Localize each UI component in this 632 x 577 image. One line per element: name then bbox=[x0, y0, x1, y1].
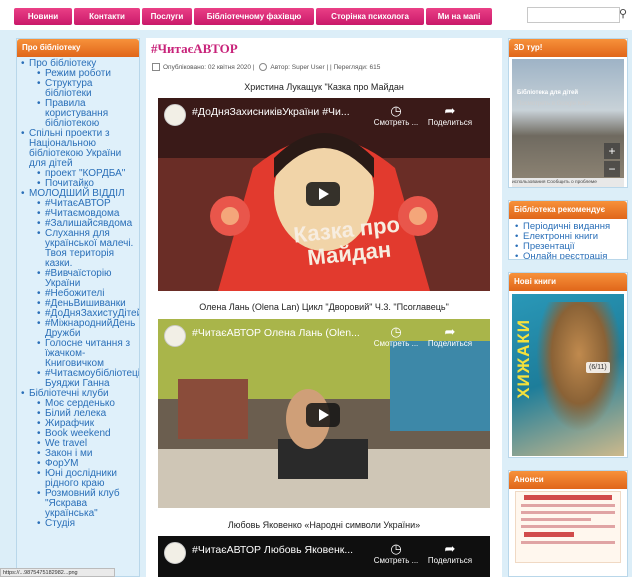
user-icon bbox=[259, 63, 268, 72]
street-view[interactable]: Бібліотека для дітей Посмотреть в Google… bbox=[512, 59, 624, 187]
channel-avatar-1[interactable] bbox=[164, 104, 186, 126]
left-menu: Про бібліотекуРежим роботиСтруктура бібл… bbox=[17, 57, 139, 530]
left-submenu-item[interactable]: Структура бібліотеки bbox=[21, 79, 139, 99]
watch-later-button-2[interactable]: ◷ Смотреть ... bbox=[368, 324, 424, 349]
nav-bar: Новини Контакти Послуги Бібліотечному фа… bbox=[14, 8, 514, 25]
status-url: https://...9875475182982...png bbox=[0, 568, 115, 577]
left-sidebar-title: Про бібліотеку bbox=[17, 39, 139, 57]
tour-footer: использования Сообщить о проблеме bbox=[512, 178, 624, 187]
meta-published: Опубліковано: 02 квітня 2020 bbox=[163, 64, 252, 71]
nav-librarian[interactable]: Бібліотечному фахівцю bbox=[194, 8, 314, 25]
tour-panel: 3D тур! Бібліотека для дітей Посмотреть … bbox=[508, 38, 628, 188]
left-submenu-item[interactable]: Голосне читання з їжачком-Книговичком bbox=[21, 339, 139, 369]
calendar-icon bbox=[152, 63, 160, 72]
new-books-title: Нові книги bbox=[509, 273, 627, 291]
recommend-list: Періодичні видання Електронні книги През… bbox=[509, 219, 627, 260]
left-submenu-item[interactable]: Слухання для української малечі. Твоя те… bbox=[21, 229, 139, 269]
share-button-2[interactable]: ➦ Поделиться bbox=[422, 324, 478, 349]
announcements-title: Анонси bbox=[509, 471, 627, 489]
left-menu-item[interactable]: Спільні проекти з Національною бібліотек… bbox=[21, 129, 139, 169]
share-icon: ➦ bbox=[444, 324, 456, 339]
left-submenu-item[interactable]: #Читаємоубібліотеці-Буяджи Ганна bbox=[21, 369, 139, 389]
tour-place-label: Бібліотека для дітей bbox=[517, 90, 579, 96]
meta-views: Перегляди: 615 bbox=[333, 64, 381, 71]
channel-avatar-3[interactable] bbox=[164, 542, 186, 564]
channel-avatar-2[interactable] bbox=[164, 325, 186, 347]
video-title-3[interactable]: #ЧитаєАВТОР Любовь Яковенк... bbox=[192, 544, 392, 556]
share-button-1[interactable]: ➦ Поделиться bbox=[422, 103, 478, 128]
nav-services[interactable]: Послуги bbox=[142, 8, 192, 25]
left-submenu-item[interactable]: Розмовний клуб "Яскрава українська" bbox=[21, 489, 139, 519]
watch-later-button-1[interactable]: ◷ Смотреть ... bbox=[368, 103, 424, 128]
nav-news[interactable]: Новини bbox=[14, 8, 72, 25]
video-title-2[interactable]: #ЧитаєАВТОР Олена Лань (Olen... bbox=[192, 327, 392, 339]
video-player-2[interactable]: #ЧитаєАВТОР Олена Лань (Olen... ◷ Смотрет… bbox=[158, 319, 490, 508]
left-submenu-item[interactable]: Юні дослідники рідного краю bbox=[21, 469, 139, 489]
video-caption-2: Олена Лань (Olena Lan) Цикл "Дворовий" Ч… bbox=[199, 302, 449, 312]
nav-psychologist[interactable]: Сторінка психолога bbox=[316, 8, 424, 25]
zoom-in-button[interactable]: + bbox=[604, 143, 620, 159]
left-submenu-item[interactable]: #Вивчаїсторію України bbox=[21, 269, 139, 289]
recommend-item[interactable]: Онлайн реєстрація bbox=[515, 252, 627, 260]
video-caption-1: Христина Лукащук "Казка про Майдан bbox=[244, 82, 404, 92]
right-sidebar: 3D тур! Бібліотека для дітей Посмотреть … bbox=[508, 38, 628, 577]
zoom-out-button[interactable]: − bbox=[604, 161, 620, 177]
top-navigation: Новини Контакти Послуги Бібліотечному фа… bbox=[0, 0, 632, 30]
slide-counter: (6/11) bbox=[586, 362, 610, 373]
left-submenu-item[interactable]: Правила користування бібліотекою bbox=[21, 99, 139, 129]
announcements-panel: Анонси bbox=[508, 470, 628, 577]
search-icon[interactable]: ⚲ bbox=[619, 7, 631, 21]
meta-author: Автор: Super User bbox=[270, 64, 325, 71]
recommend-title: Бібліотека рекомендує bbox=[509, 201, 627, 219]
new-books-panel: Нові книги ХИЖАКИ (6/11) bbox=[508, 272, 628, 458]
article-meta: Опубліковано: 02 квітня 2020 | Автор: Su… bbox=[152, 62, 492, 74]
book-cover[interactable]: ХИЖАКИ (6/11) bbox=[512, 294, 624, 456]
left-submenu-item[interactable]: #МіжнароднийДень Дружби bbox=[21, 319, 139, 339]
video-title-1[interactable]: #ДоДняЗахисниківУкраїни #Чи... bbox=[192, 106, 392, 118]
clock-icon: ◷ bbox=[390, 103, 402, 118]
tour-google-link[interactable]: Посмотреть в Google Карт... bbox=[517, 101, 595, 107]
book-cover-title: ХИЖАКИ bbox=[514, 319, 533, 399]
clock-icon: ◷ bbox=[390, 541, 402, 556]
nav-map[interactable]: Ми на мапі bbox=[426, 8, 492, 25]
tour-title: 3D тур! bbox=[509, 39, 627, 57]
left-submenu-item[interactable]: Студія bbox=[21, 519, 139, 530]
announcement-poster[interactable] bbox=[515, 491, 621, 563]
play-button-1[interactable] bbox=[306, 182, 340, 206]
left-sidebar: Про бібліотеку Про бібліотекуРежим робот… bbox=[16, 38, 140, 577]
clock-icon: ◷ bbox=[390, 324, 402, 339]
share-icon: ➦ bbox=[444, 103, 456, 118]
watch-later-button-3[interactable]: ◷ Смотреть ... bbox=[368, 541, 424, 566]
play-button-2[interactable] bbox=[306, 403, 340, 427]
main-content: #ЧитаєАВТОР Опубліковано: 02 квітня 2020… bbox=[146, 38, 502, 577]
video-player-3[interactable]: #ЧитаєАВТОР Любовь Яковенк... ◷ Смотреть … bbox=[158, 536, 490, 577]
recommend-panel: Бібліотека рекомендує Періодичні видання… bbox=[508, 200, 628, 260]
share-icon: ➦ bbox=[444, 541, 456, 556]
video-player-1[interactable]: #ДоДняЗахисниківУкраїни #Чи... ◷ Смотреть… bbox=[158, 98, 490, 291]
nav-contacts[interactable]: Контакти bbox=[74, 8, 140, 25]
video-caption-3: Любовь Яковенко «Народні символи України… bbox=[227, 520, 421, 530]
article-title[interactable]: #ЧитаєАВТОР bbox=[151, 41, 238, 57]
search-input[interactable] bbox=[527, 7, 620, 23]
share-button-3[interactable]: ➦ Поделиться bbox=[422, 541, 478, 566]
